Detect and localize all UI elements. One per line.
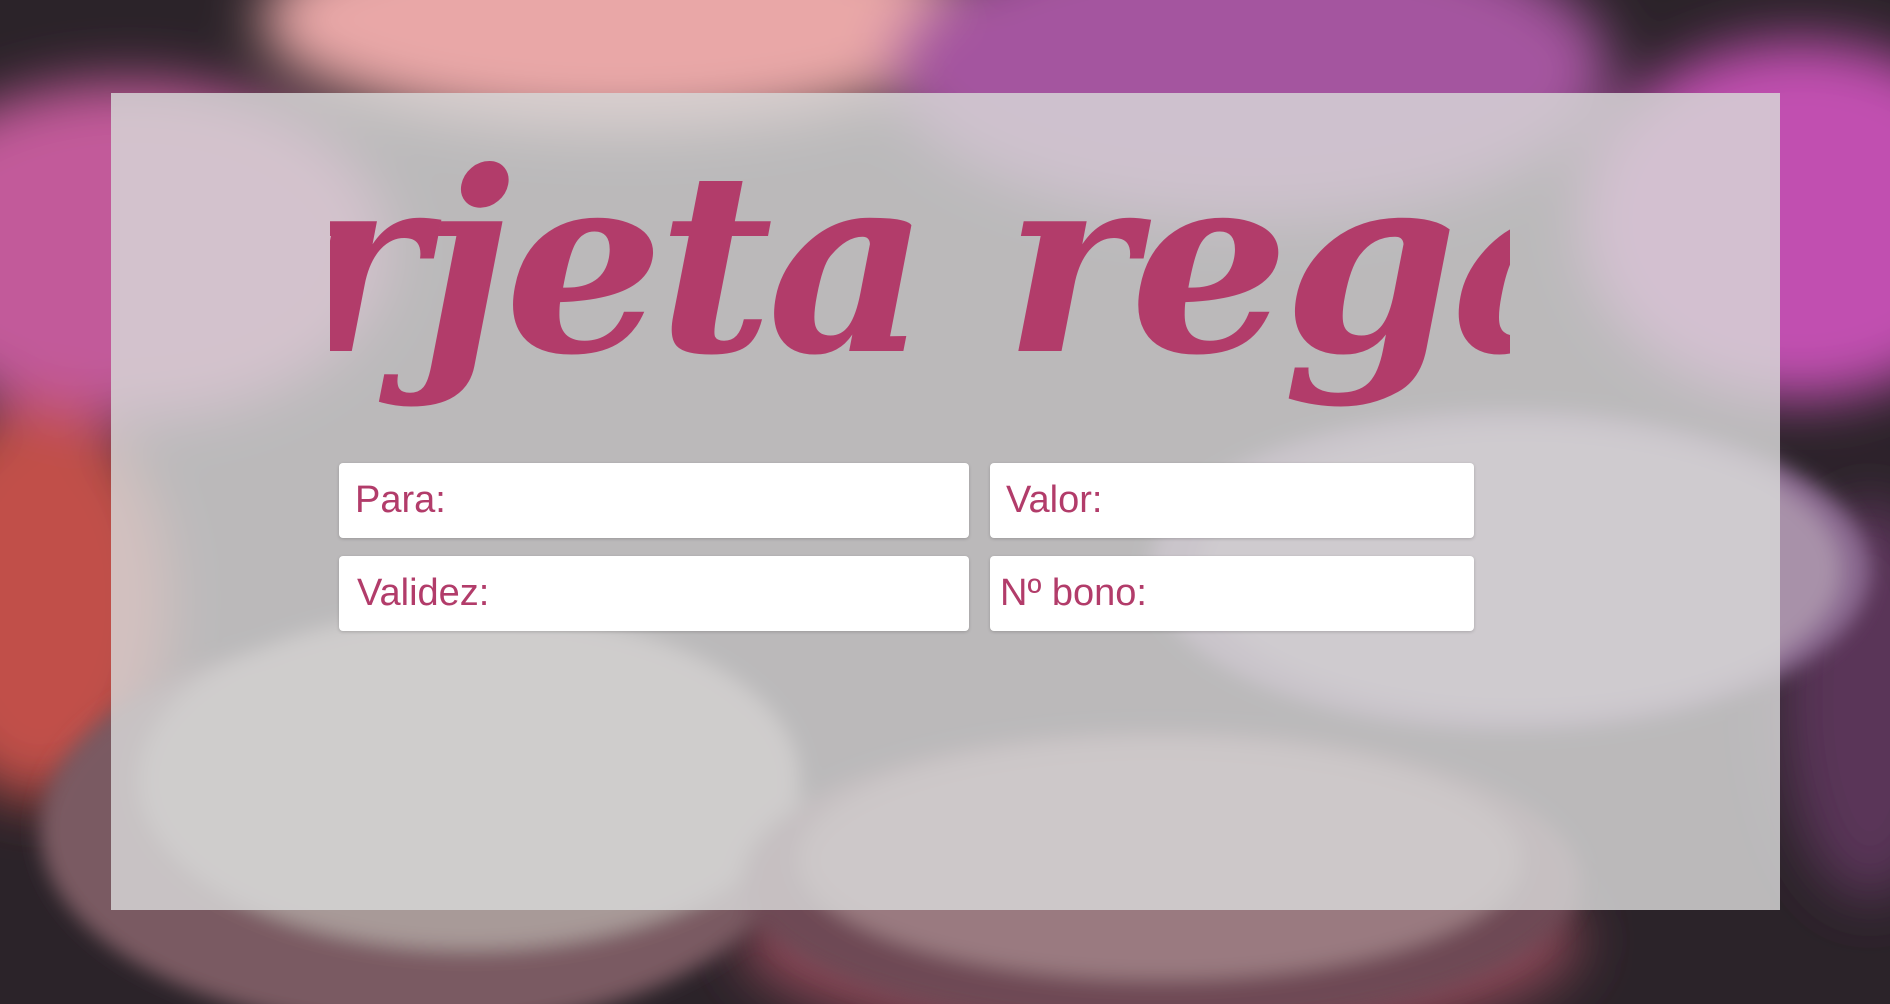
valor-field[interactable]: Valor: bbox=[990, 463, 1474, 538]
gift-card-title: Tarjeta regalo bbox=[330, 116, 1510, 456]
validez-field[interactable]: Validez: bbox=[339, 556, 969, 631]
bono-number-label: Nº bono: bbox=[1000, 572, 1147, 614]
validez-label: Validez: bbox=[357, 572, 490, 614]
valor-label: Valor: bbox=[1006, 479, 1103, 521]
bono-number-field[interactable]: Nº bono: bbox=[990, 556, 1474, 631]
title-text: Tarjeta regalo bbox=[330, 116, 1510, 410]
gift-card-canvas: Tarjeta regalo Para: Valor: Validez: Nº … bbox=[0, 0, 1890, 1004]
para-label: Para: bbox=[355, 479, 446, 521]
title-lettering: Tarjeta regalo bbox=[330, 116, 1510, 410]
para-field[interactable]: Para: bbox=[339, 463, 969, 538]
